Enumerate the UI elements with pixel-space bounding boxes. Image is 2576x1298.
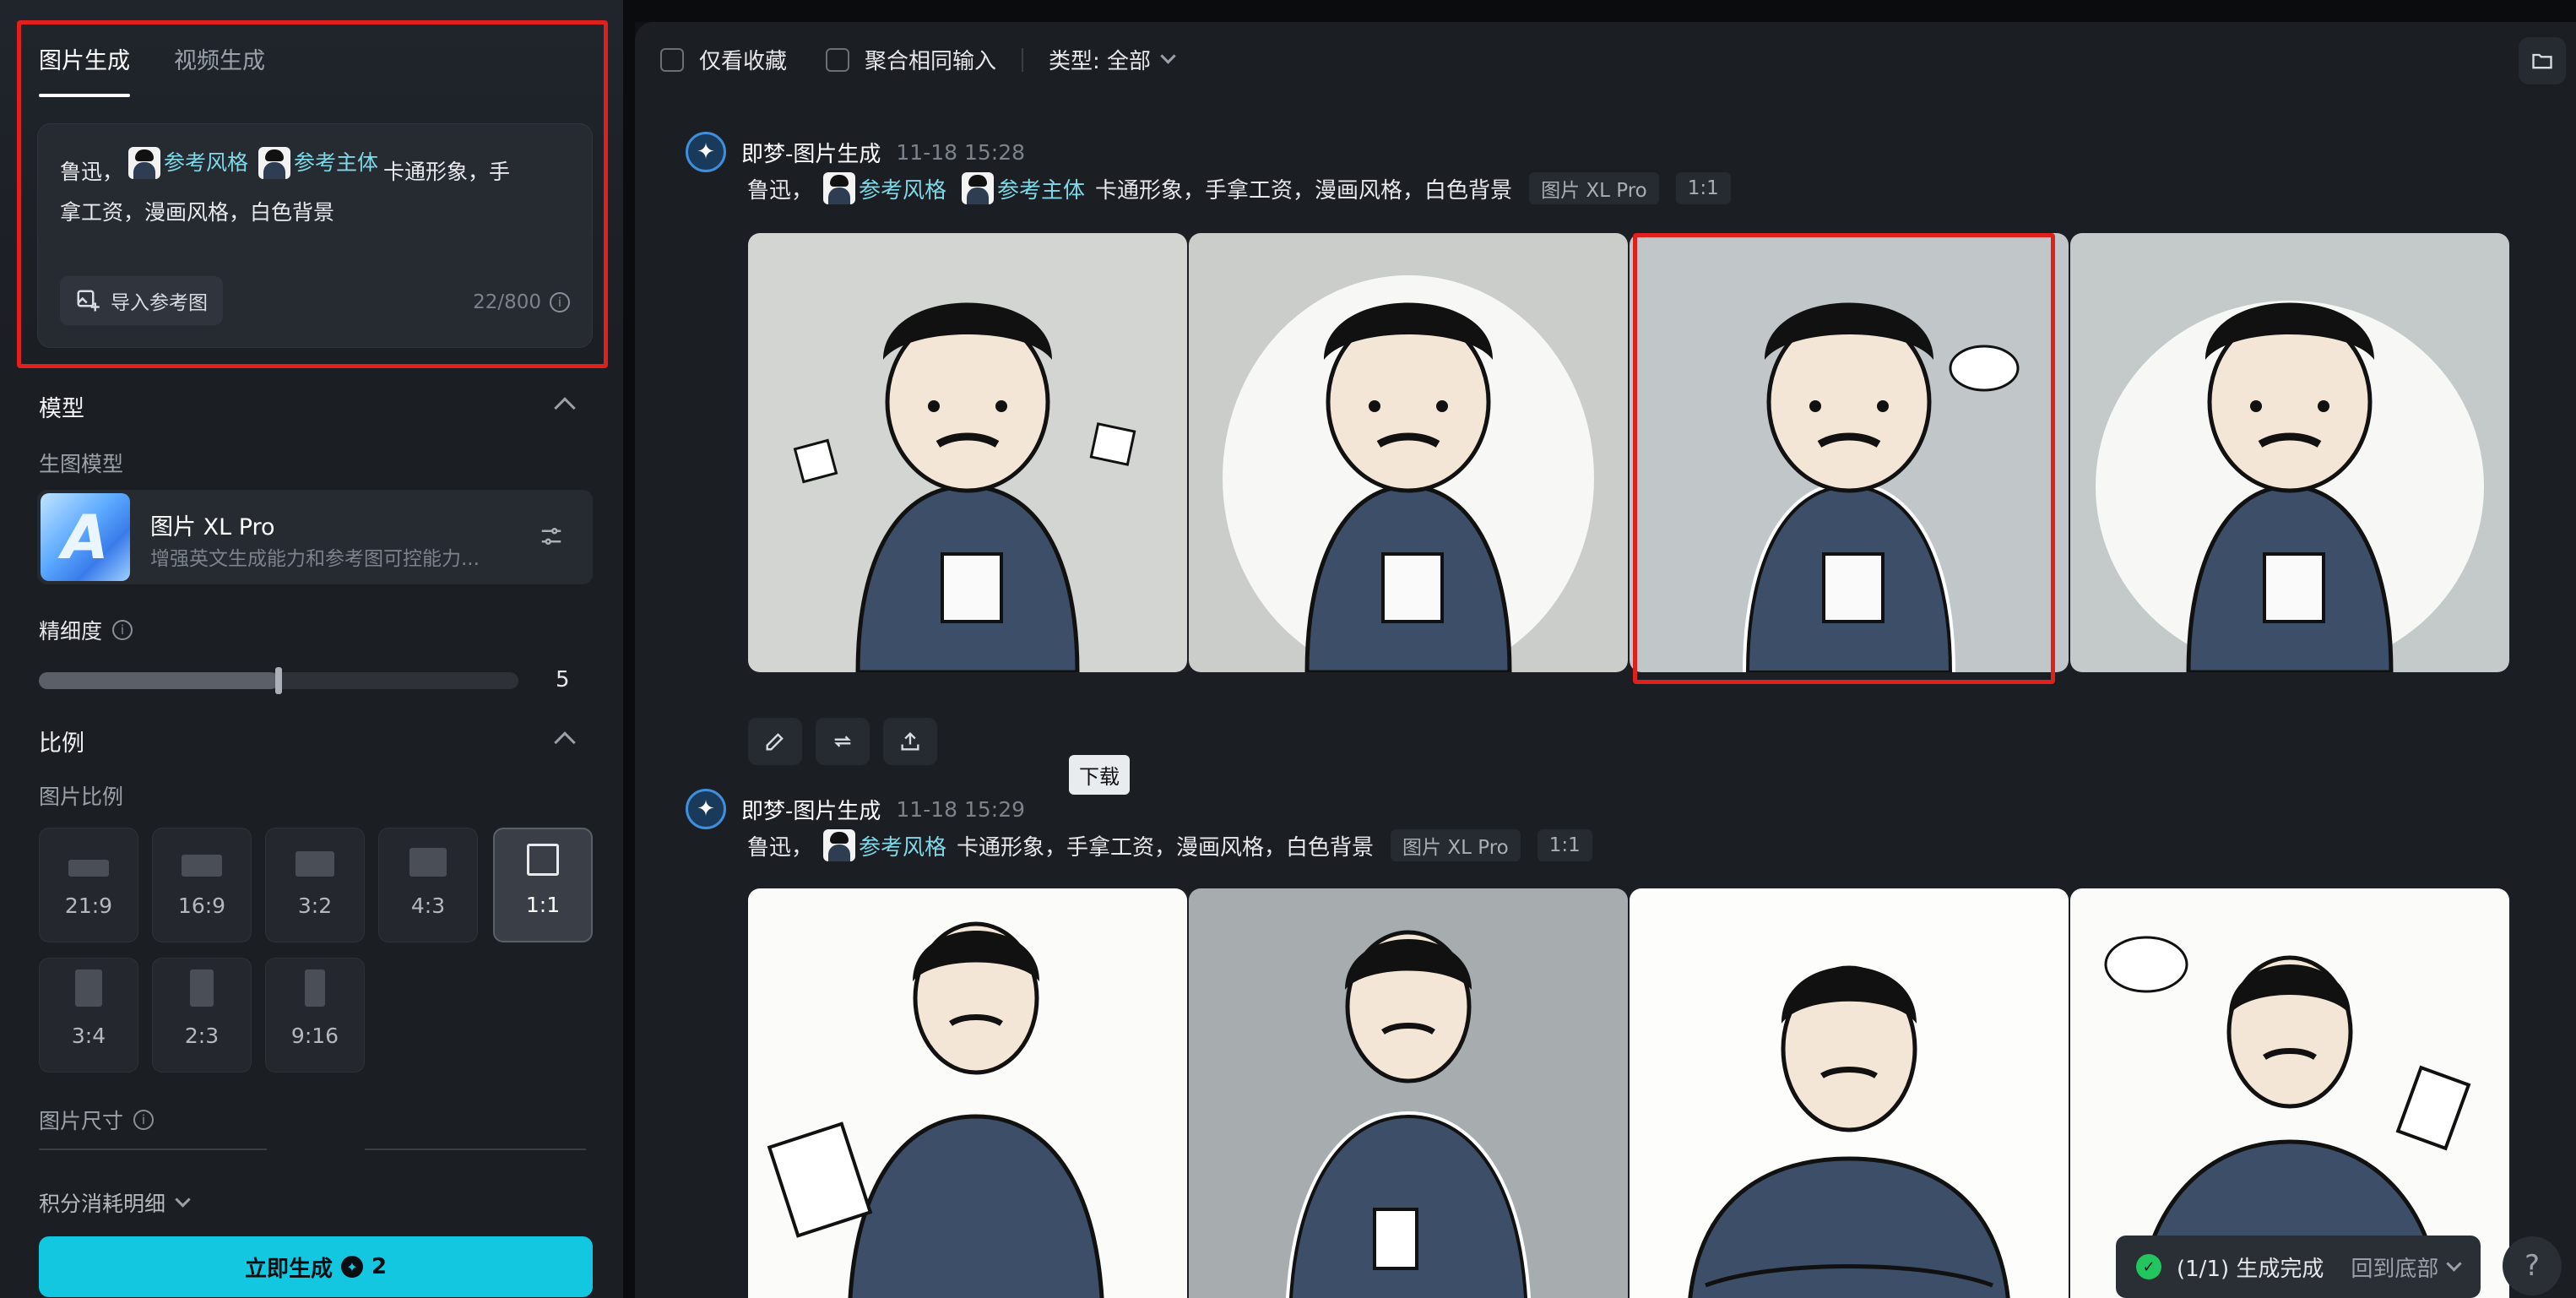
chevron-down-icon: [175, 1191, 191, 1208]
cartoon-luxun-image: [1223, 275, 1594, 672]
reference-style-chip[interactable]: 参考风格: [823, 829, 946, 861]
reference-avatar: [962, 172, 995, 204]
record-prompt[interactable]: 鲁迅， 参考风格 参考主体 卡通形象，手拿工资，漫画风格，白色背景 图片 XL …: [747, 172, 1731, 204]
detail-value: 5: [556, 667, 570, 692]
info-icon[interactable]: i: [112, 620, 133, 640]
model-description: 增强英文生成能力和参考图可控能力...: [150, 548, 480, 570]
cartoon-luxun-image: [767, 921, 1104, 1298]
ratio-option-21-9[interactable]: 21:9: [39, 828, 138, 942]
folder-button[interactable]: [2519, 37, 2566, 84]
cartoon-luxun-image: [1286, 930, 1531, 1298]
chevron-down-icon: [1160, 48, 1176, 64]
generate-button[interactable]: 立即生成 ✦ 2: [39, 1236, 593, 1297]
reference-subject-chip[interactable]: 参考主体: [962, 172, 1085, 204]
ratio-option-2-3[interactable]: 2:3: [152, 958, 252, 1073]
generation-status-toast: ✓ (1/1) 生成完成 回到底部: [2116, 1236, 2481, 1298]
credits-details-toggle[interactable]: 积分消耗明细: [39, 1187, 191, 1218]
model-tag: 图片 XL Pro: [1391, 829, 1521, 861]
filter-bar: 仅看收藏 聚合相同输入 类型: 全部: [660, 44, 1176, 75]
ratio-tag: 1:1: [1675, 172, 1731, 204]
generated-image[interactable]: [748, 888, 1187, 1298]
generated-image[interactable]: [2070, 233, 2509, 672]
record-prompt[interactable]: 鲁迅， 参考风格 卡通形象，手拿工资，漫画风格，白色背景 图片 XL Pro 1…: [747, 829, 1592, 861]
favorites-checkbox[interactable]: [660, 47, 684, 72]
cartoon-luxun-image: [2096, 301, 2484, 672]
app-root: 图片生成 视频生成 鲁迅， 参考风格 参考主体 卡通形象，手 拿工资，漫画风格，白色背…: [0, 0, 2576, 1298]
regenerate-button[interactable]: [816, 718, 870, 765]
record-header: ✦ 即梦-图片生成 11-18 15:28: [686, 132, 1025, 172]
sidebar: 图片生成 视频生成 鲁迅， 参考风格 参考主体 卡通形象，手 拿工资，漫画风格，白色背…: [0, 0, 623, 1298]
cartoon-luxun-image: [1688, 965, 2010, 1298]
check-circle-icon: ✓: [2136, 1254, 2161, 1279]
results-panel: 仅看收藏 聚合相同输入 类型: 全部 ✦ 即梦-图片生成 11-18 15:28…: [635, 22, 2576, 1298]
model-section-title: 模型: [39, 396, 84, 422]
generated-image[interactable]: [1630, 888, 2069, 1298]
detail-slider[interactable]: [39, 667, 518, 694]
record-header: ✦ 即梦-图片生成 11-18 15:29: [686, 789, 1025, 829]
size-field-edge: [365, 1149, 586, 1150]
generated-image[interactable]: [1189, 233, 1628, 672]
slider-fill: [39, 672, 279, 689]
model-thumbnail: A: [41, 493, 130, 581]
help-button[interactable]: ?: [2503, 1236, 2562, 1295]
favorites-label[interactable]: 仅看收藏: [699, 44, 787, 75]
ratio-option-9-16[interactable]: 9:16: [265, 958, 365, 1073]
upload-icon: [901, 732, 919, 751]
model-tag: 图片 XL Pro: [1529, 172, 1659, 204]
image-size-label-row: 图片尺寸 i: [39, 1105, 155, 1135]
chevron-down-icon: [2446, 1255, 2463, 1272]
folder-icon: [2532, 53, 2552, 69]
ratio-option-3-4[interactable]: 3:4: [39, 958, 138, 1073]
ratio-option-3-2[interactable]: 3:2: [265, 828, 365, 942]
dreamina-logo-icon: ✦: [686, 132, 726, 172]
reference-avatar: [823, 829, 856, 861]
dreamina-logo-icon: ✦: [686, 789, 726, 829]
back-to-bottom-button[interactable]: 回到底部: [2351, 1252, 2463, 1283]
detail-label-row: 精细度 i: [39, 615, 133, 645]
collapse-ratio-icon[interactable]: [554, 731, 576, 753]
slider-handle[interactable]: [275, 667, 282, 694]
selected-image-highlight: [1633, 233, 2055, 684]
model-name: 图片 XL Pro: [150, 514, 275, 540]
ratio-option-16-9[interactable]: 16:9: [152, 828, 252, 942]
pencil-icon: [766, 733, 784, 751]
cartoon-luxun-image: [793, 302, 1136, 672]
prompt-area-highlight: [17, 20, 608, 368]
repeat-icon: [834, 736, 851, 747]
sliders-icon[interactable]: [539, 524, 564, 549]
ratio-option-1-1[interactable]: 1:1: [493, 828, 593, 942]
collapse-model-icon[interactable]: [554, 397, 576, 419]
reference-avatar: [823, 172, 856, 204]
merge-label[interactable]: 聚合相同输入: [865, 44, 996, 75]
generated-image[interactable]: [748, 233, 1187, 672]
type-filter-dropdown[interactable]: 类型: 全部: [1049, 44, 1176, 75]
download-tooltip: 下载: [1069, 755, 1130, 795]
ratio-section-title: 比例: [39, 730, 84, 757]
credit-coin-icon: ✦: [340, 1256, 363, 1278]
merge-checkbox[interactable]: [826, 47, 850, 72]
size-field-edge: [39, 1149, 267, 1150]
ratio-option-4-3[interactable]: 4:3: [378, 828, 478, 942]
model-selector[interactable]: A 图片 XL Pro 增强英文生成能力和参考图可控能力...: [37, 490, 593, 584]
info-icon[interactable]: i: [133, 1110, 155, 1130]
model-sub-label: 生图模型: [39, 452, 124, 476]
reuse-button[interactable]: [883, 718, 937, 765]
ratio-sub-label: 图片比例: [39, 785, 124, 809]
edit-button[interactable]: [748, 718, 802, 765]
generated-image[interactable]: [1189, 888, 1628, 1298]
ratio-tag: 1:1: [1537, 829, 1592, 861]
reference-style-chip[interactable]: 参考风格: [823, 172, 946, 204]
